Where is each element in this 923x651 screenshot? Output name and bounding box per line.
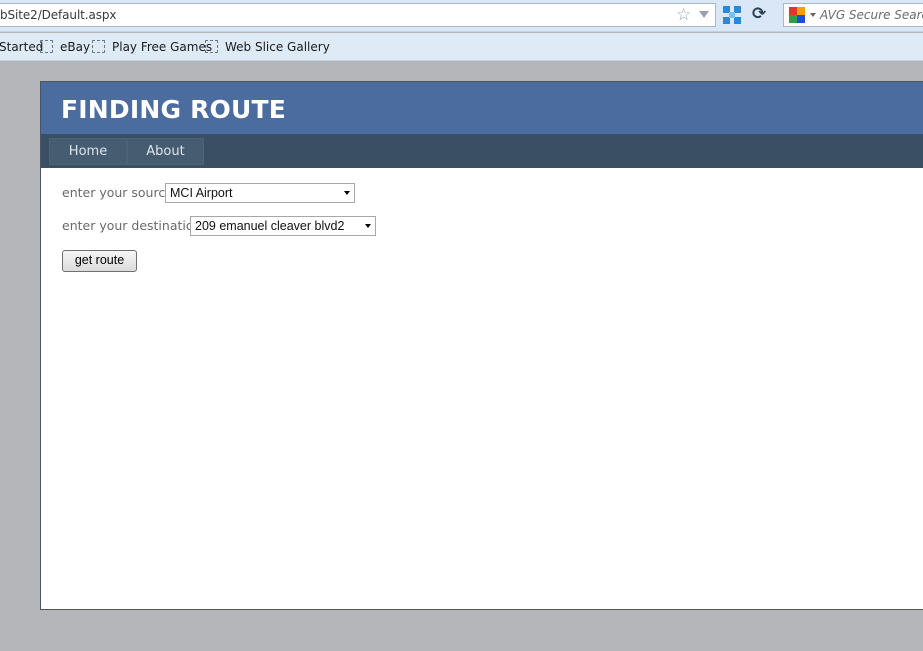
nav-menu: Home About [41,134,923,168]
destination-select[interactable]: 209 emanuel cleaver blvd2 [190,216,376,236]
address-bar-url[interactable]: bSite2/Default.aspx [0,8,117,22]
get-route-button[interactable]: get route [62,250,137,272]
bookmarks-bar: Started eBay Play Free Games Web Slice G… [0,33,923,61]
web-page: FINDING ROUTE Home About enter your sour… [40,81,923,610]
bookmark-web-slice-gallery[interactable]: Web Slice Gallery [225,40,330,54]
browser-toolbar: bSite2/Default.aspx ☆ ⟳ AVG Secure Searc… [0,0,923,32]
source-label: enter your source [62,185,173,200]
bookmark-ebay[interactable]: eBay [60,40,90,54]
address-bar[interactable]: bSite2/Default.aspx ☆ [0,3,716,27]
avg-logo-icon[interactable] [789,7,805,23]
source-select[interactable]: MCI Airport [165,183,355,203]
bookmark-icon [92,40,105,53]
destination-select-value: 209 emanuel cleaver blvd2 [195,219,345,233]
speed-dial-icon[interactable] [723,6,741,24]
search-input[interactable]: AVG Secure Search [820,8,923,22]
source-select-value: MCI Airport [170,186,233,200]
destination-label: enter your destination [62,218,202,233]
page-header: FINDING ROUTE [41,82,923,134]
search-dropdown-icon[interactable] [810,13,816,17]
search-box[interactable]: AVG Secure Search [783,3,923,27]
bookmark-icon [40,40,53,53]
chevron-down-icon [344,191,350,195]
star-icon[interactable]: ☆ [676,6,691,24]
chevron-down-icon[interactable] [699,11,709,18]
bookmark-icon [205,40,218,53]
chevron-down-icon [365,224,371,228]
reload-icon[interactable]: ⟳ [752,4,766,24]
menu-item-home[interactable]: Home [49,138,127,165]
bookmark-play-free-games[interactable]: Play Free Games [112,40,212,54]
page-title: FINDING ROUTE [61,95,287,124]
menu-item-about[interactable]: About [127,138,204,165]
bookmark-getting-started[interactable]: Started [0,40,43,54]
